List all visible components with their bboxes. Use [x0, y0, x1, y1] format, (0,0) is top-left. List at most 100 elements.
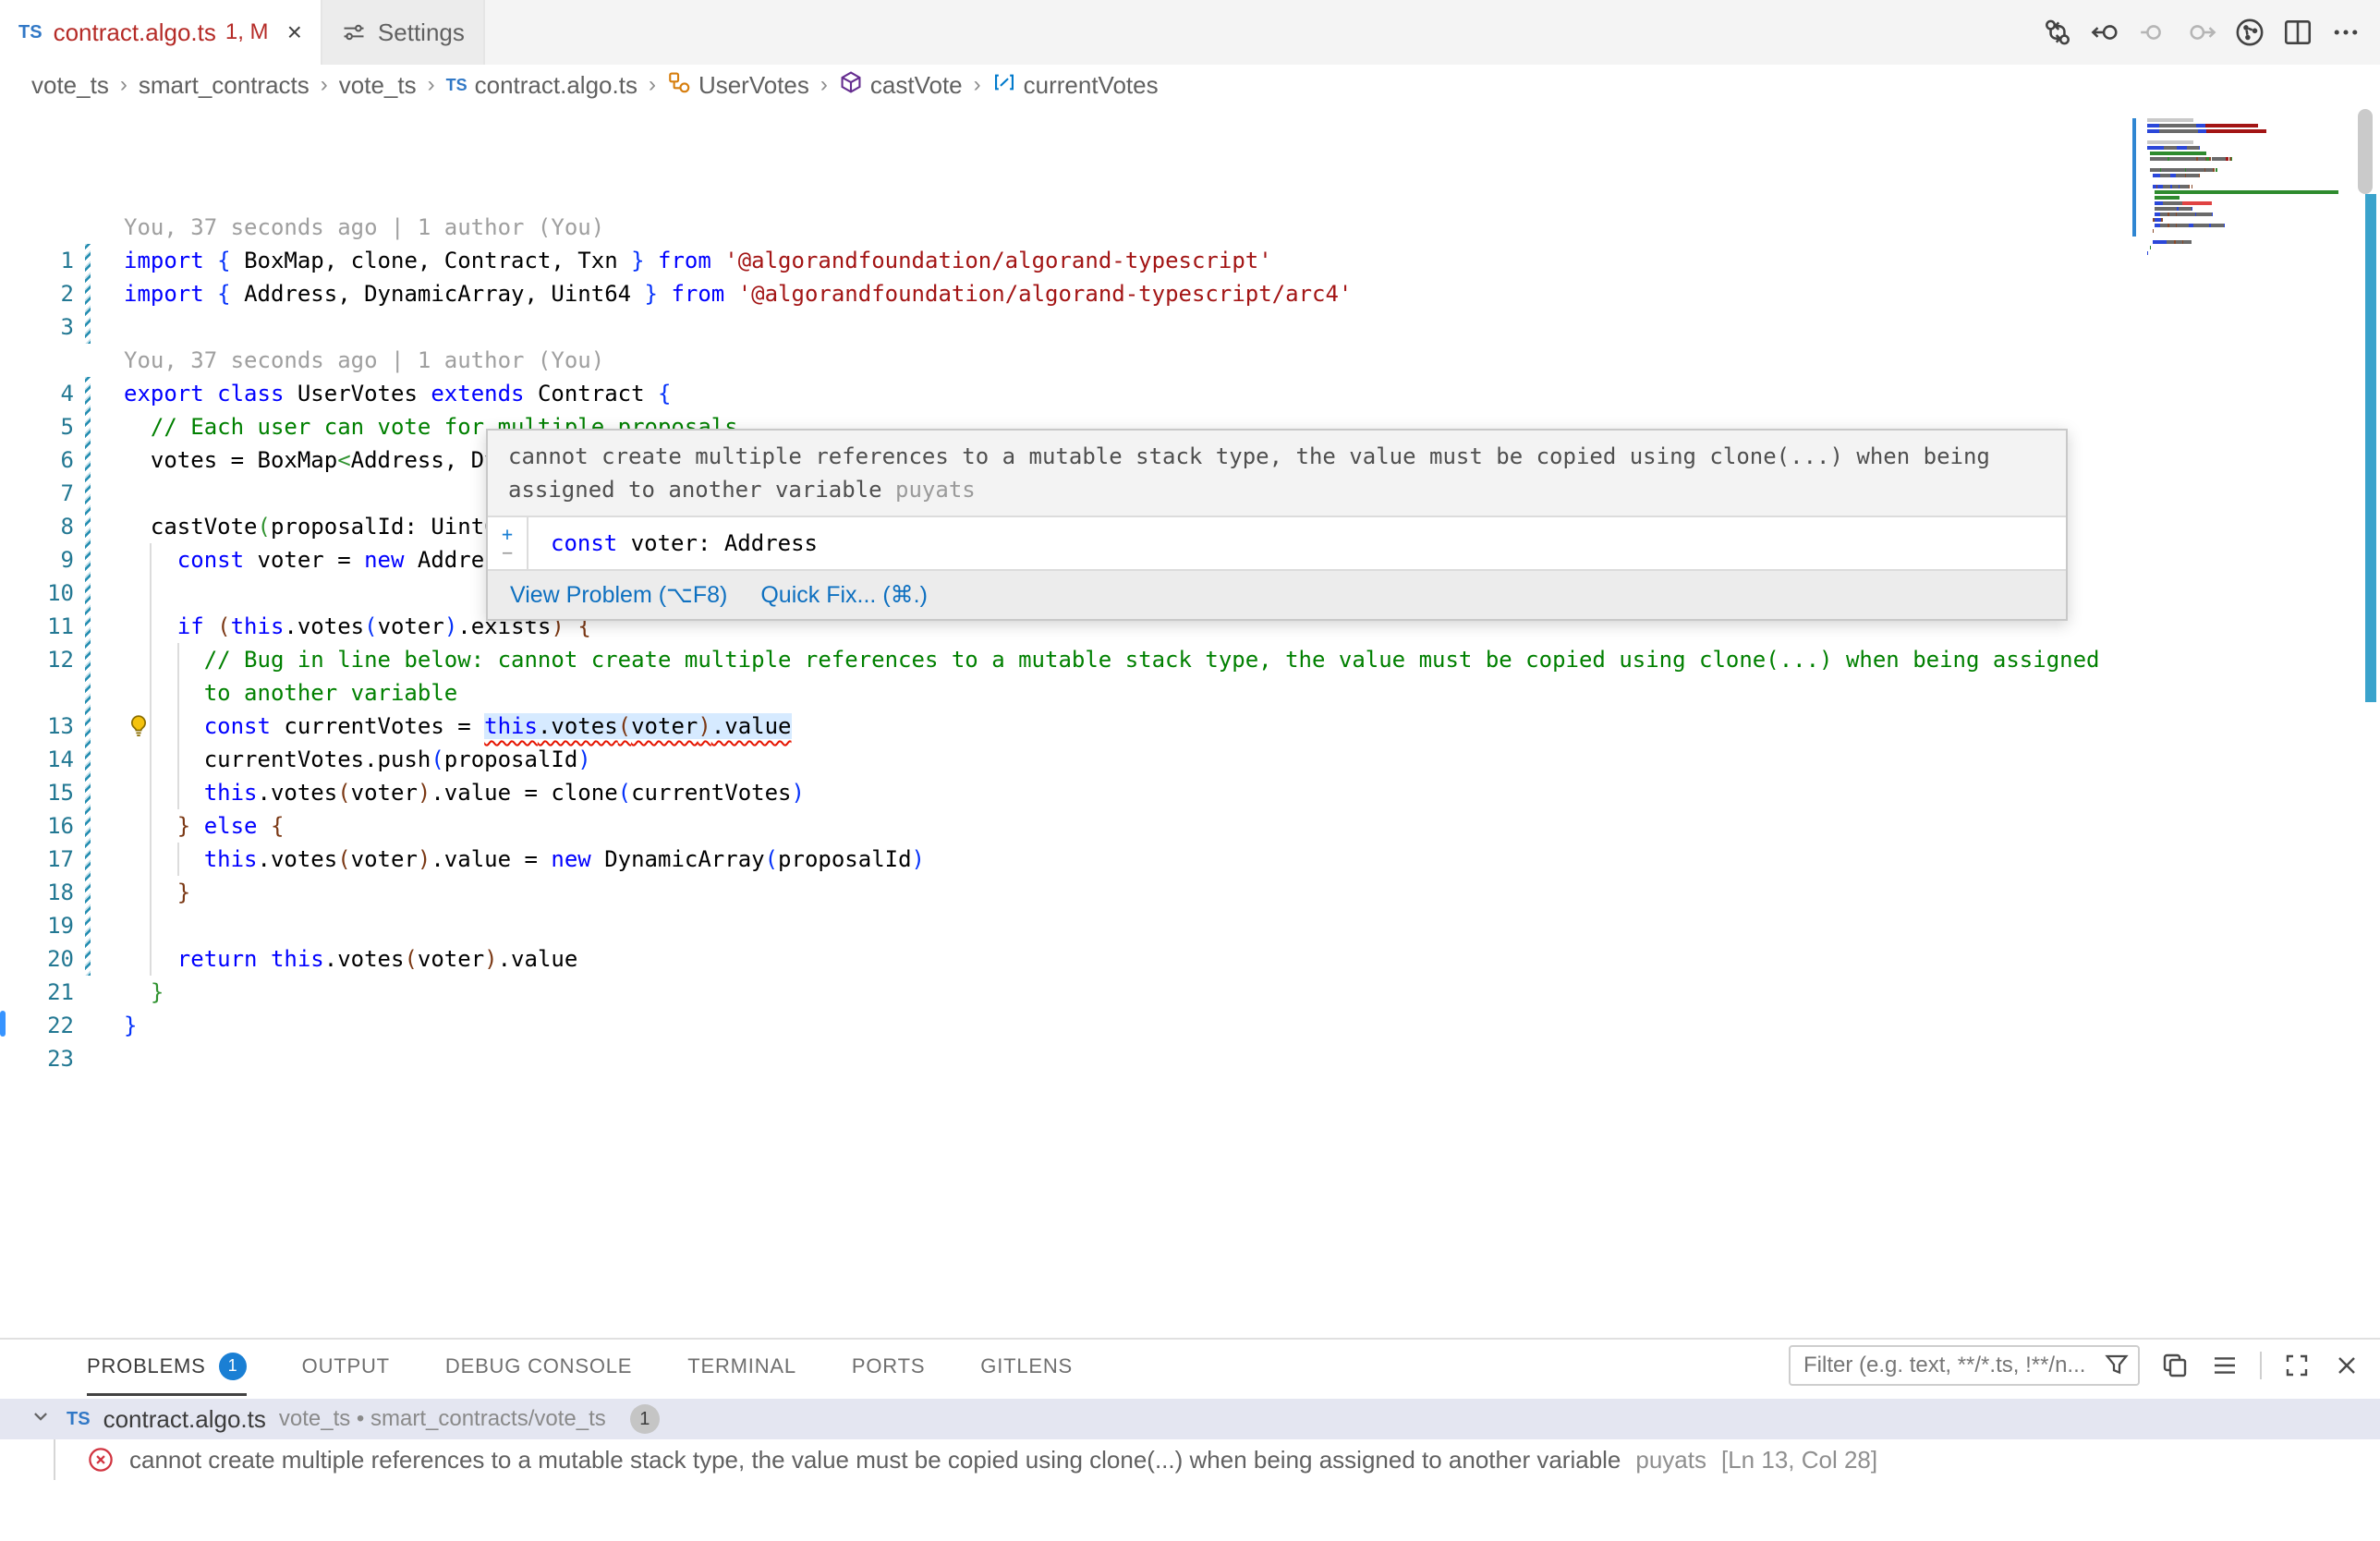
overview-ruler-modified-marks — [2365, 194, 2376, 702]
tab-title: contract.algo.ts — [54, 18, 216, 47]
breadcrumb-separator: › — [428, 72, 435, 98]
more-actions-icon[interactable] — [2330, 17, 2362, 48]
line-number[interactable]: 4 — [0, 377, 74, 410]
problems-badge: 1 — [219, 1353, 247, 1380]
problem-error-row[interactable]: cannot create multiple references to a m… — [0, 1439, 2380, 1480]
maximize-panel-icon[interactable] — [2282, 1351, 2312, 1380]
line-number[interactable]: 6 — [0, 443, 74, 477]
modified-line-indicator — [85, 477, 91, 510]
line-number[interactable]: 9 — [0, 543, 74, 576]
panel-tab-problems[interactable]: PROBLEMS1 — [87, 1338, 247, 1396]
copy-icon[interactable] — [2160, 1351, 2190, 1380]
code-line: 12 // Bug in line below: cannot create m… — [0, 643, 2380, 676]
panel-controls — [1789, 1345, 2362, 1386]
line-number[interactable]: 17 — [0, 843, 74, 876]
breadcrumb-item-vote_ts[interactable]: vote_ts — [31, 71, 109, 100]
tab-settings[interactable]: Settings — [322, 0, 485, 65]
commit-graph-icon[interactable] — [2234, 17, 2265, 48]
code-line: 19 — [0, 909, 2380, 942]
code-line: 16 } else { — [0, 809, 2380, 843]
quick-fix-link[interactable]: Quick Fix... (⌘.) — [760, 578, 928, 612]
next-change-icon[interactable] — [2186, 17, 2217, 48]
problems-file-row[interactable]: TS contract.algo.ts vote_ts • smart_cont… — [0, 1399, 2380, 1439]
breadcrumb-separator: › — [974, 72, 981, 98]
code-editor[interactable]: You, 37 seconds ago | 1 author (You)1imp… — [0, 105, 2380, 1338]
typescript-file-icon: TS — [18, 22, 42, 43]
line-number[interactable]: 19 — [0, 909, 74, 942]
split-editor-icon[interactable] — [2282, 17, 2313, 48]
code-line: 3 — [0, 310, 2380, 344]
panel-tab-output[interactable]: OUTPUT — [302, 1338, 390, 1396]
line-number[interactable]: 16 — [0, 809, 74, 843]
line-number[interactable]: 20 — [0, 942, 74, 976]
modified-line-indicator — [85, 443, 91, 477]
problems-file-name: contract.algo.ts — [103, 1405, 266, 1434]
line-number[interactable]: 1 — [0, 244, 74, 277]
current-change-icon[interactable] — [2138, 17, 2169, 48]
view-as-list-icon[interactable] — [2210, 1351, 2240, 1380]
diff-add-icon: + — [502, 525, 513, 543]
breadcrumb: vote_ts›smart_contracts›vote_ts›TScontra… — [0, 65, 2380, 105]
tab-problem-modified-badge: 1, M — [225, 19, 269, 45]
problems-tree: TS contract.algo.ts vote_ts • smart_cont… — [0, 1399, 2380, 1480]
problems-filter — [1789, 1345, 2140, 1386]
breadcrumb-item-smart_contracts[interactable]: smart_contracts — [139, 71, 310, 100]
line-number[interactable]: 12 — [0, 643, 74, 676]
minimap-line — [2147, 185, 2192, 188]
code-text: to another variable — [124, 676, 457, 710]
breadcrumb-item-contract.algo.ts[interactable]: TScontract.algo.ts — [446, 71, 638, 100]
line-number[interactable]: 10 — [0, 576, 74, 610]
line-number[interactable]: 13 — [0, 710, 74, 743]
breadcrumb-item-castVote[interactable]: castVote — [839, 70, 963, 101]
code-line: 18 } — [0, 876, 2380, 909]
code-line: 15 this.votes(voter).value = clone(curre… — [0, 776, 2380, 809]
problem-message: cannot create multiple references to a m… — [129, 1446, 1621, 1474]
panel-tab-debug-console[interactable]: DEBUG CONSOLE — [445, 1338, 632, 1396]
line-number[interactable]: 11 — [0, 610, 74, 643]
view-problem-link[interactable]: View Problem (⌥F8) — [510, 578, 727, 612]
panel-tab-gitlens[interactable]: GITLENS — [980, 1338, 1073, 1396]
open-changes-icon[interactable] — [2042, 17, 2073, 48]
problems-count-badge: 1 — [630, 1404, 660, 1434]
close-panel-icon[interactable] — [2332, 1351, 2362, 1380]
editor-actions — [2042, 0, 2362, 65]
problems-filter-input[interactable] — [1789, 1345, 2140, 1386]
minimap-line — [2147, 207, 2192, 211]
scrollbar-thumb[interactable] — [2358, 109, 2373, 194]
code-line: 1 import { BoxMap, clone, Contract, Txn }… — [0, 244, 2380, 277]
line-number[interactable]: 15 — [0, 776, 74, 809]
panel-tab-ports[interactable]: PORTS — [852, 1338, 925, 1396]
minimap[interactable] — [2132, 111, 2339, 351]
chevron-down-icon[interactable] — [28, 1403, 54, 1436]
breadcrumb-item-UserVotes[interactable]: UserVotes — [667, 70, 809, 101]
line-number[interactable]: 22 — [0, 1009, 74, 1042]
line-number[interactable]: 14 — [0, 743, 74, 776]
minimap-line — [2147, 129, 2266, 133]
line-number[interactable]: 21 — [0, 976, 74, 1009]
line-number[interactable]: 2 — [0, 277, 74, 310]
problems-file-path: vote_ts • smart_contracts/vote_ts — [279, 1406, 606, 1432]
tab-contract-algo-ts[interactable]: TS contract.algo.ts 1, M × — [0, 0, 322, 65]
modified-line-indicator — [85, 543, 91, 576]
code-text: // Bug in line below: cannot create mult… — [124, 643, 2099, 676]
line-number[interactable]: 3 — [0, 310, 74, 344]
line-number[interactable]: 18 — [0, 876, 74, 909]
panel-controls-separator — [2260, 1352, 2262, 1379]
breadcrumb-item-currentVotes[interactable]: currentVotes — [992, 70, 1159, 101]
code-text: import { BoxMap, clone, Contract, Txn } … — [124, 244, 1272, 277]
previous-change-icon[interactable] — [2090, 17, 2121, 48]
modified-line-indicator — [85, 410, 91, 443]
line-number[interactable]: 7 — [0, 477, 74, 510]
breadcrumb-item-vote_ts[interactable]: vote_ts — [339, 71, 417, 100]
declaration-code: const voter: Address — [528, 517, 840, 569]
line-number[interactable]: 23 — [0, 1042, 74, 1075]
line-number[interactable]: 5 — [0, 410, 74, 443]
code-line: 13 const currentVotes = this.votes(voter… — [0, 710, 2380, 743]
close-tab-icon[interactable]: × — [287, 19, 302, 45]
code-text: currentVotes.push(proposalId) — [124, 743, 591, 776]
panel-tab-terminal[interactable]: TERMINAL — [687, 1338, 796, 1396]
panel-tab-bar: PROBLEMS1 OUTPUT DEBUG CONSOLE TERMINAL PORT… — [87, 1340, 1073, 1393]
line-number[interactable]: 8 — [0, 510, 74, 543]
minimap-modified-bar — [2132, 118, 2136, 237]
code-text: } — [124, 1009, 137, 1042]
